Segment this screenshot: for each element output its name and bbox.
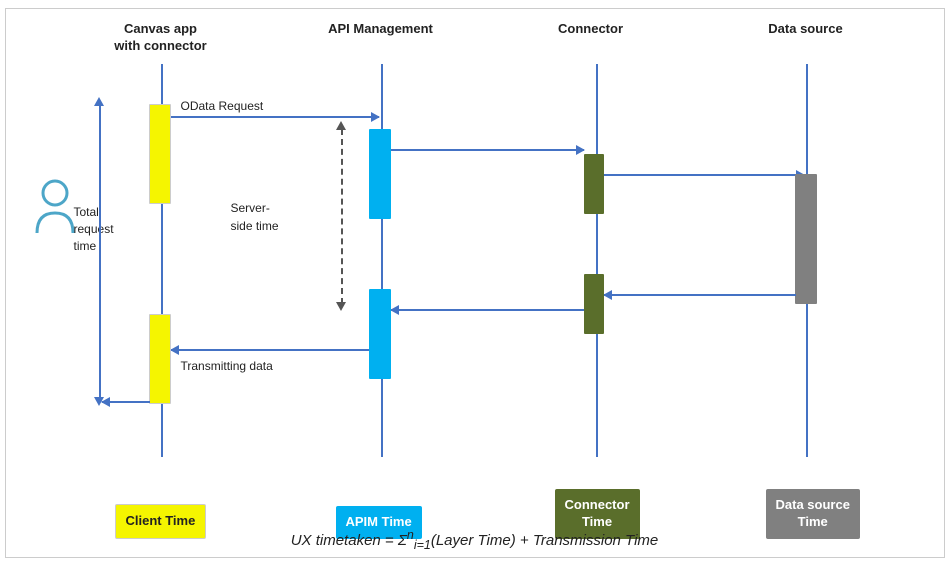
total-request-arrow-top [94, 97, 104, 106]
connector-to-apim-return-arrow [391, 309, 584, 311]
server-side-label: Server-side time [231, 199, 279, 235]
apim-to-canvas-return-arrow [171, 349, 369, 351]
apim-block-bottom [369, 289, 391, 379]
header-apim: API Management [326, 21, 436, 38]
transmitting-data-label: Transmitting data [181, 359, 273, 373]
server-side-arrow-top [336, 121, 346, 130]
server-side-arrow-bottom [336, 302, 346, 311]
total-request-v-line [99, 104, 101, 399]
total-request-time-label: Totalrequesttime [74, 204, 114, 254]
header-canvas: Canvas appwith connector [106, 21, 216, 55]
final-return-arrow [102, 401, 150, 403]
odata-request-label: OData Request [181, 99, 264, 113]
canvas-block-top [149, 104, 171, 204]
odata-request-arrow [171, 116, 379, 118]
connector-block-top [584, 154, 604, 214]
header-connector: Connector [546, 21, 636, 38]
connector-to-ds-arrow [604, 174, 804, 176]
apim-to-connector-arrow [391, 149, 584, 151]
diagram-container: Canvas appwith connector API Management … [5, 8, 945, 558]
header-datasource: Data source [761, 21, 851, 38]
lifeline-connector [596, 64, 598, 457]
apim-block-top [369, 129, 391, 219]
canvas-block-bottom [149, 314, 171, 404]
server-side-v-line [341, 129, 343, 304]
datasource-block [795, 174, 817, 304]
connector-block-bottom [584, 274, 604, 334]
formula: UX timetaken = Σni=1(Layer Time) + Trans… [6, 528, 944, 552]
person-icon [34, 179, 76, 239]
lifeline-apim [381, 64, 383, 457]
ds-to-connector-arrow [604, 294, 796, 296]
